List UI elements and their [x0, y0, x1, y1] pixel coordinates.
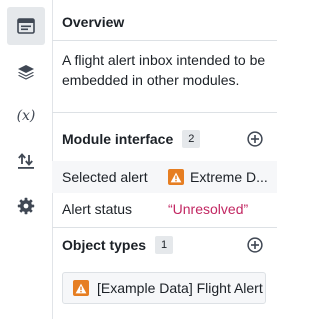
warning-icon	[168, 169, 184, 185]
variables-tab[interactable]: (x)	[7, 97, 45, 135]
layers-icon	[18, 65, 34, 80]
add-interface-button[interactable]	[247, 131, 263, 147]
variable-icon: (x)	[16, 108, 36, 124]
icon-rail: (x)	[0, 0, 53, 319]
transfer-tab[interactable]	[7, 142, 45, 180]
overview-title: Overview	[62, 14, 125, 30]
module-details-panel: Overview A flight alert inbox intended t…	[52, 0, 277, 319]
object-type-label: [Example Data] Flight Alert	[97, 280, 263, 296]
divider	[52, 227, 277, 228]
overview-header: Overview	[52, 11, 277, 33]
alert-status-label: Alert status	[62, 201, 133, 217]
selected-alert-label: Selected alert	[62, 169, 148, 185]
selected-alert-value: Extreme D...	[168, 169, 268, 185]
settings-tab[interactable]	[7, 187, 45, 225]
object-types-header: Object types 1	[52, 234, 277, 256]
alert-status-value: “Unresolved”	[168, 201, 248, 217]
plus-circle-icon	[247, 237, 263, 253]
alert-status-value-text: “Unresolved”	[168, 201, 249, 217]
selected-alert-value-text: Extreme D...	[190, 169, 268, 185]
module-interface-title: Module interface	[62, 131, 174, 147]
warning-icon	[73, 280, 89, 296]
add-object-type-button[interactable]	[247, 237, 263, 253]
plus-circle-icon	[247, 131, 263, 147]
gear-icon	[17, 197, 35, 215]
object-type-item[interactable]: [Example Data] Flight Alert	[62, 272, 266, 304]
overview-tab[interactable]	[7, 7, 45, 45]
module-interface-count-badge: 2	[182, 130, 201, 148]
object-types-count-badge: 1	[155, 236, 174, 254]
transfer-icon	[18, 153, 34, 169]
object-types-title: Object types	[62, 237, 147, 253]
module-description: A flight alert inbox intended to be embe…	[62, 52, 266, 88]
panel-overview-icon	[17, 18, 35, 34]
selected-alert-row[interactable]: Selected alert Extreme D...	[52, 161, 277, 193]
alert-status-row[interactable]: Alert status “Unresolved”	[52, 193, 277, 225]
layers-tab[interactable]	[7, 53, 45, 91]
divider	[52, 112, 277, 113]
module-interface-header: Module interface 2	[52, 128, 277, 150]
divider	[52, 40, 277, 41]
